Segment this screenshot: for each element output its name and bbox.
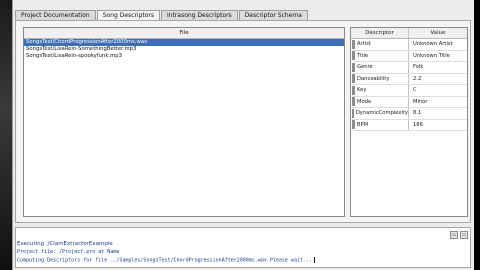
console-line: Project file: /Project.pro at Name	[17, 249, 120, 255]
row-marker-icon	[352, 39, 355, 49]
descriptor-name: Mode	[357, 98, 372, 105]
row-marker-icon	[352, 62, 355, 72]
value-column-header[interactable]: Value	[409, 28, 467, 38]
descriptor-name: Danceability	[357, 75, 390, 82]
console-panel[interactable]: ▫ ▭ Executing ./ClamExtractorExample Pro…	[15, 227, 471, 268]
descriptor-name: Key	[357, 87, 367, 94]
descriptor-value[interactable]: Folk	[409, 62, 467, 73]
console-line-text: Computing Descriptors for file ../Sample…	[17, 257, 313, 264]
application-window: Project Documentation Song Descriptors I…	[12, 0, 474, 270]
descriptor-name: Artist	[357, 41, 371, 48]
tab-intrasong-descriptors[interactable]: Intrasong Descriptors	[161, 10, 238, 20]
desktop-background-right	[474, 0, 480, 270]
descriptor-name: Title	[357, 52, 369, 59]
row-marker-icon	[352, 85, 355, 95]
descriptor-row[interactable]: Title Unknown Title	[351, 50, 467, 62]
row-marker-icon	[352, 74, 355, 84]
tab-project-documentation[interactable]: Project Documentation	[15, 10, 96, 20]
file-column-header[interactable]: File	[24, 28, 344, 39]
descriptor-value[interactable]: Minor	[409, 97, 467, 108]
descriptor-name: BPM	[357, 121, 369, 128]
descriptor-table: Descriptor Value Artist Unknown Artist T…	[350, 27, 468, 217]
file-row[interactable]: SongsTest/ChordProgressionAfter2000ms.wa…	[24, 39, 344, 46]
float-console-icon[interactable]: ▫	[450, 231, 458, 239]
console-controls: ▫ ▭	[448, 231, 468, 239]
descriptor-name: DynamicComplexity	[355, 110, 408, 117]
desktop-background-left	[0, 0, 12, 270]
row-marker-icon	[352, 108, 354, 118]
console-line: Computing Descriptors for file ../Sample…	[17, 257, 316, 264]
tab-descriptor-schema[interactable]: Descriptor Schema	[238, 10, 308, 20]
row-marker-icon	[352, 51, 355, 61]
row-marker-icon	[352, 120, 355, 130]
tab-bar: Project Documentation Song Descriptors I…	[15, 10, 309, 21]
descriptor-value[interactable]: C	[409, 85, 467, 96]
descriptor-row[interactable]: DynamicComplexity 8.1	[351, 108, 467, 120]
row-marker-icon	[352, 97, 355, 107]
text-cursor	[314, 257, 316, 263]
descriptor-value[interactable]: 2.2	[409, 74, 467, 85]
descriptor-row[interactable]: Danceability 2.2	[351, 73, 467, 85]
descriptor-table-header: Descriptor Value	[351, 28, 467, 39]
descriptor-value[interactable]: Unknown Title	[409, 51, 467, 62]
descriptor-row[interactable]: Genre Folk	[351, 62, 467, 74]
console-title: Executing ./ClamExtractorExample	[17, 241, 113, 247]
file-row[interactable]: SongsTest/LisaRein-spookyfunk.mp3	[24, 53, 344, 60]
descriptor-row[interactable]: BPM 186	[351, 119, 467, 131]
file-row[interactable]: SongsTest/LisaRein-SomethingBetter.mp3	[24, 46, 344, 53]
descriptor-name: Genre	[357, 64, 373, 71]
song-descriptors-panel: File SongsTest/ChordProgressionAfter2000…	[15, 20, 471, 223]
descriptor-value[interactable]: 186	[409, 120, 467, 131]
descriptor-row[interactable]: Key C	[351, 85, 467, 97]
descriptor-row[interactable]: Artist Unknown Artist	[351, 39, 467, 51]
descriptor-row[interactable]: Mode Minor	[351, 96, 467, 108]
close-console-icon[interactable]: ▭	[460, 231, 468, 239]
descriptor-value[interactable]: 8.1	[409, 108, 467, 119]
file-list[interactable]: File SongsTest/ChordProgressionAfter2000…	[23, 27, 345, 217]
descriptor-value[interactable]: Unknown Artist	[409, 39, 467, 50]
descriptor-column-header[interactable]: Descriptor	[351, 28, 409, 38]
